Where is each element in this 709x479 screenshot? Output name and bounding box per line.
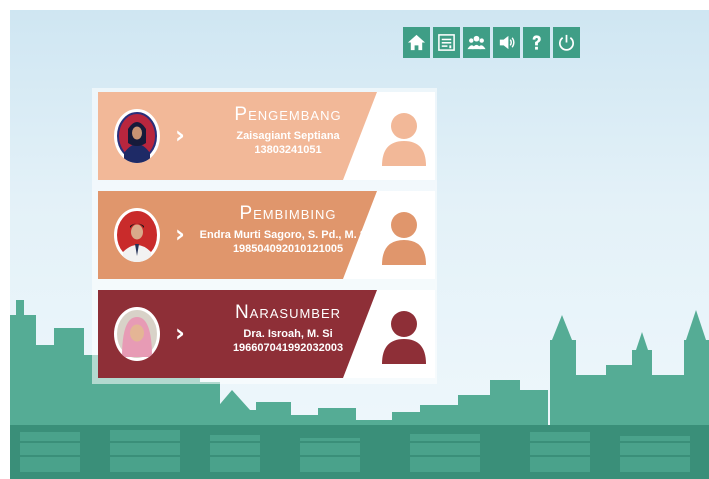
card-person-name: Dra. Isroah, M. Si <box>243 328 333 340</box>
help-button[interactable] <box>523 27 550 58</box>
chevron-right-icon: › <box>175 121 185 149</box>
question-icon <box>532 35 541 50</box>
card-person-id: 198504092010121005 <box>232 243 344 255</box>
profile-button[interactable] <box>463 27 490 58</box>
person-silhouette-icon <box>382 113 426 166</box>
list-icon <box>438 34 455 51</box>
person-silhouette-icon <box>382 311 426 364</box>
screen-frame: › Pengembang Zaisagiant Septiana 1380324… <box>0 0 709 479</box>
avatar <box>114 307 160 361</box>
avatar <box>114 109 160 163</box>
card-role: Pembimbing <box>239 203 337 224</box>
card-person-id: 13803241051 <box>254 144 322 156</box>
app-stage: › Pengembang Zaisagiant Septiana 1380324… <box>10 10 709 479</box>
sound-button[interactable] <box>493 27 520 58</box>
person-photo <box>115 308 159 360</box>
chevron-right-icon: › <box>175 319 185 347</box>
speaker-icon <box>499 35 515 50</box>
menu-list-button[interactable] <box>433 27 460 58</box>
person-photo <box>115 209 159 262</box>
card-person-name: Endra Murti Sagoro, S. Pd., M. Sc. <box>199 229 377 241</box>
users-icon <box>467 35 486 50</box>
person-silhouette-icon <box>382 212 426 265</box>
exit-button[interactable] <box>553 27 580 58</box>
card-narasumber[interactable]: › Narasumber Dra. Isroah, M. Si 19660704… <box>98 290 435 378</box>
home-button[interactable] <box>403 27 430 58</box>
card-person-name: Zaisagiant Septiana <box>236 130 340 142</box>
card-role: Narasumber <box>234 302 342 323</box>
card-pengembang[interactable]: › Pengembang Zaisagiant Septiana 1380324… <box>98 92 435 180</box>
card-role: Pengembang <box>234 104 342 125</box>
card-pembimbing[interactable]: › Pembimbing Endra Murti Sagoro, S. Pd.,… <box>98 191 435 279</box>
card-person-id: 196607041992032003 <box>232 342 344 354</box>
chevron-right-icon: › <box>175 220 185 248</box>
person-photo <box>115 110 159 163</box>
power-icon <box>559 34 574 51</box>
home-icon <box>407 34 426 51</box>
toolbar <box>403 27 580 58</box>
avatar <box>114 208 160 262</box>
